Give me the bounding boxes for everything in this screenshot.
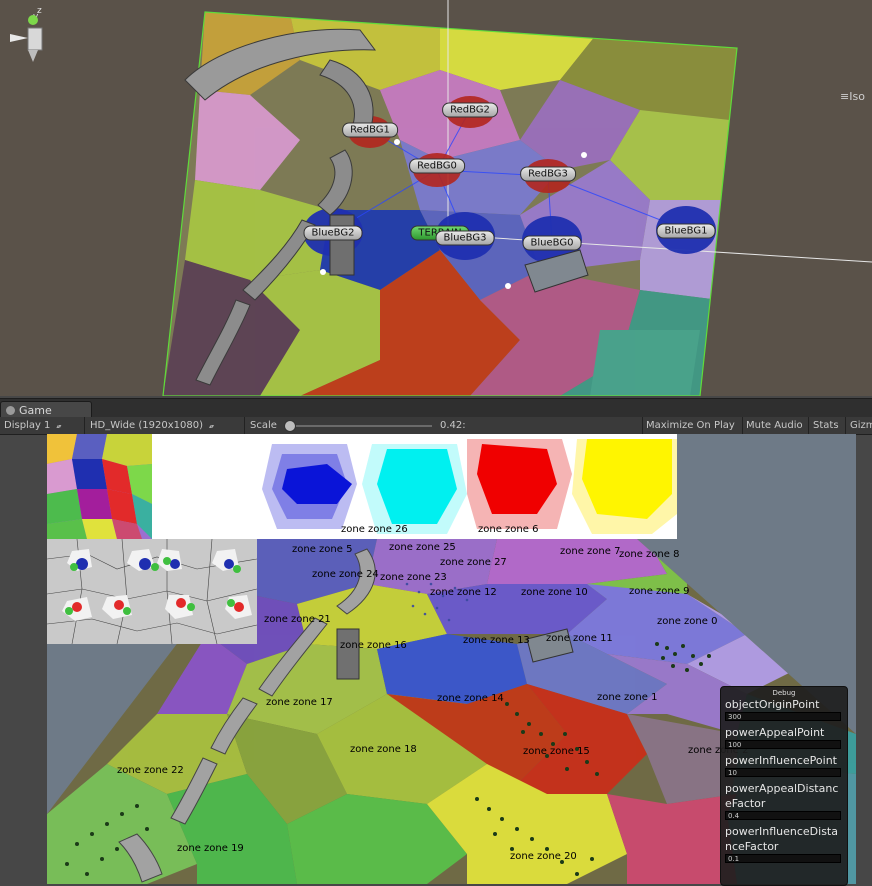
debug-panel-title: Debug: [772, 689, 796, 697]
zone-label: zone zone 8: [619, 549, 680, 560]
debug-field-label: powerInfluenceDistanceFactor: [725, 825, 838, 853]
zone-label: zone zone 15: [523, 746, 590, 757]
zone-color-map-thumbnail: [47, 434, 152, 539]
zone-label: zone zone 17: [266, 697, 333, 708]
blank-influence-thumbnail: [152, 434, 257, 539]
thumbnail-caption-6: zone zone 6: [478, 524, 539, 535]
zone-label: zone zone 18: [350, 744, 417, 755]
orientation-gizmo[interactable]: y z: [0, 0, 50, 100]
maximize-on-play-toggle[interactable]: Maximize On Play: [646, 417, 735, 434]
zone-label: zone zone 12: [430, 587, 497, 598]
zone-label: zone zone 7: [560, 546, 621, 557]
game-tab-icon: [6, 406, 15, 415]
debug-field-label: powerAppealDistanceFactor: [725, 782, 839, 810]
yellow-influence-thumbnail: [572, 434, 677, 539]
power-influence-distance-factor-input[interactable]: 0.1: [725, 854, 841, 863]
zone-label: zone zone 9: [629, 586, 690, 597]
zone-label: zone zone 14: [437, 693, 504, 704]
game-toolbar: Display 1 HD_Wide (1920x1080) Scale 0.42…: [0, 417, 872, 435]
scale-slider-thumb[interactable]: [284, 420, 296, 432]
marker-label-bluebg3[interactable]: BlueBG3: [435, 230, 495, 246]
marker-label-redbg0[interactable]: RedBG0: [409, 158, 465, 174]
zone-label: zone zone 25: [389, 542, 456, 553]
marker-label-redbg3[interactable]: RedBG3: [520, 166, 576, 182]
resolution-dropdown[interactable]: HD_Wide (1920x1080): [90, 417, 213, 434]
voronoi-debug-thumbnail: [47, 539, 257, 644]
zone-label: zone zone 13: [463, 635, 530, 646]
power-appeal-point-input[interactable]: 100: [725, 740, 841, 749]
zone-label: zone zone 24: [312, 569, 379, 580]
zone-label: zone zone 19: [177, 843, 244, 854]
scale-label: Scale: [250, 420, 277, 431]
zone-label: zone zone 22: [117, 765, 184, 776]
debug-panel: Debug objectOriginPoint 300 powerAppealP…: [720, 686, 848, 886]
zone-label: zone zone 11: [546, 633, 613, 644]
zone-label: zone zone 20: [510, 851, 577, 862]
mute-audio-toggle[interactable]: Mute Audio: [746, 417, 803, 434]
zone-label: zone zone 10: [521, 587, 588, 598]
game-tab-bar: Game: [0, 398, 872, 419]
display-dropdown[interactable]: Display 1: [4, 417, 60, 434]
view-mode-label[interactable]: ≡Iso: [840, 90, 865, 103]
zone-label: zone zone 1: [597, 692, 658, 703]
marker-label-bluebg2[interactable]: BlueBG2: [303, 225, 363, 241]
stats-toggle[interactable]: Stats: [813, 417, 839, 434]
marker-label-bluebg0[interactable]: BlueBG0: [522, 235, 582, 251]
zone-label: zone zone 0: [657, 616, 718, 627]
zone-label: zone zone 5: [292, 544, 353, 555]
zone-label: zone zone 21: [264, 614, 331, 625]
scale-slider-track[interactable]: [290, 425, 432, 427]
marker-label-bluebg1[interactable]: BlueBG1: [656, 223, 716, 239]
scale-value: 0.42:: [440, 420, 466, 431]
zone-label: zone zone 23: [380, 572, 447, 583]
zone-label: zone zone 27: [440, 557, 507, 568]
object-origin-point-input[interactable]: 300: [725, 712, 841, 721]
marker-label-redbg1[interactable]: RedBG1: [342, 122, 398, 138]
scene-view[interactable]: RedBG2 RedBG1 RedBG0 RedBG3 BlueBG2 TERR…: [0, 0, 872, 396]
gizmos-dropdown[interactable]: Gizmos: [850, 417, 872, 434]
power-influence-point-input[interactable]: 10: [725, 768, 841, 777]
zone-label: zone zone 16: [340, 640, 407, 651]
debug-field-label: powerAppealPoint: [725, 726, 825, 739]
scene-terrain: [162, 0, 872, 396]
debug-field-label: objectOriginPoint: [725, 698, 820, 711]
power-appeal-distance-factor-input[interactable]: 0.4: [725, 811, 841, 820]
debug-field-label: powerInfluencePoint: [725, 754, 837, 767]
thumbnail-caption-26: zone zone 26: [341, 524, 408, 535]
marker-label-redbg2[interactable]: RedBG2: [442, 102, 498, 118]
gizmo-z-label: z: [37, 6, 42, 16]
